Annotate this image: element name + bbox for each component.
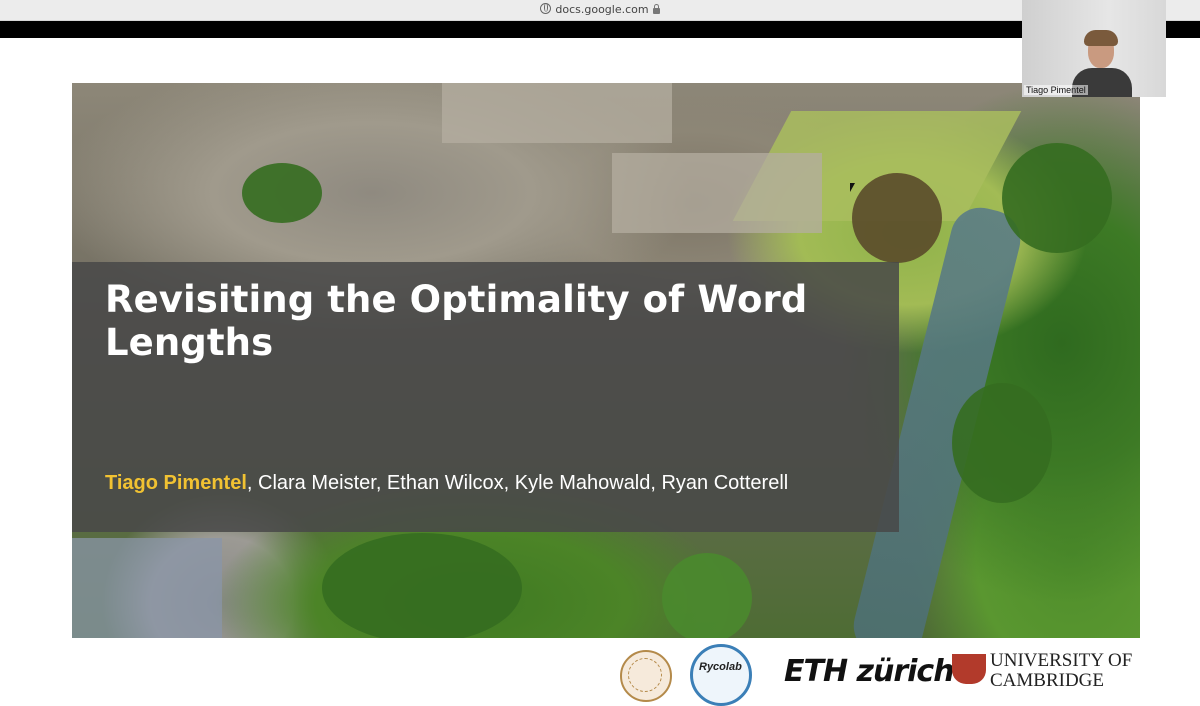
background-tree [952, 383, 1052, 503]
background-building [612, 153, 822, 233]
presenter-hair [1084, 30, 1118, 46]
title-overlay: Revisiting the Optimality of Word Length… [72, 262, 899, 532]
webcam-thumbnail[interactable]: Tiago Pimentel [1022, 0, 1166, 97]
url-text: docs.google.com [555, 3, 649, 16]
screen-share-bar [0, 21, 1200, 38]
background-building [442, 83, 672, 143]
author-list: Tiago Pimentel, Clara Meister, Ethan Wil… [105, 472, 895, 495]
background-tree [322, 533, 522, 638]
eth-zurich-logo: ETH zürich [784, 654, 955, 689]
background-tree [662, 553, 752, 638]
globe-icon [540, 3, 552, 14]
rycolab-logo-text: Rycolab [699, 661, 742, 673]
slide-title: Revisiting the Optimality of Word Length… [105, 278, 808, 364]
browser-toolbar: docs.google.com [0, 0, 1200, 21]
cambridge-text-line1: UNIVERSITY OF [990, 650, 1133, 671]
cambridge-text-line2: CAMBRIDGE [990, 670, 1105, 691]
coauthors: , Clara Meister, Ethan Wilcox, Kyle Maho… [246, 472, 789, 494]
address-bar[interactable]: docs.google.com [0, 3, 1200, 16]
lock-icon [652, 4, 660, 14]
background-tree [1002, 143, 1112, 253]
participant-name: Tiago Pimentel [1024, 85, 1088, 95]
university-seal-logo [620, 650, 672, 702]
background-tree [242, 163, 322, 223]
rycolab-logo: Rycolab [690, 644, 752, 706]
presentation-slide: Revisiting the Optimality of Word Length… [72, 83, 1140, 638]
cambridge-shield-icon [952, 654, 986, 684]
background-building [72, 538, 222, 638]
mouse-cursor-icon [850, 183, 855, 192]
background-tree [852, 173, 942, 263]
first-author: Tiago Pimentel [105, 472, 247, 494]
